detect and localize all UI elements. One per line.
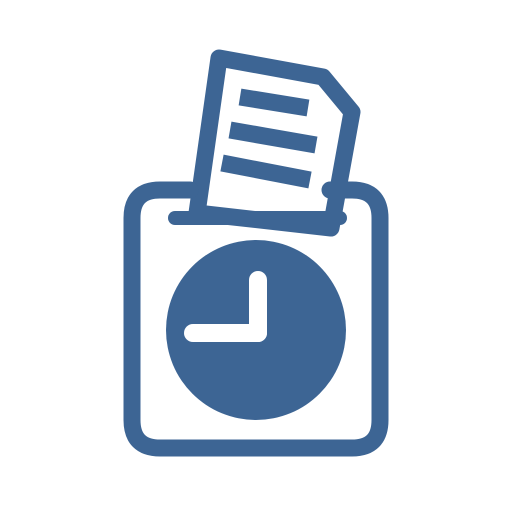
document-line-3 xyxy=(220,154,312,189)
document-card-icon xyxy=(188,49,361,237)
clock-icon xyxy=(166,240,346,420)
document-line-1 xyxy=(238,88,310,117)
time-clock-card-icon xyxy=(123,49,389,457)
document-line-2 xyxy=(228,121,318,154)
app-icon-canvas xyxy=(0,0,512,512)
